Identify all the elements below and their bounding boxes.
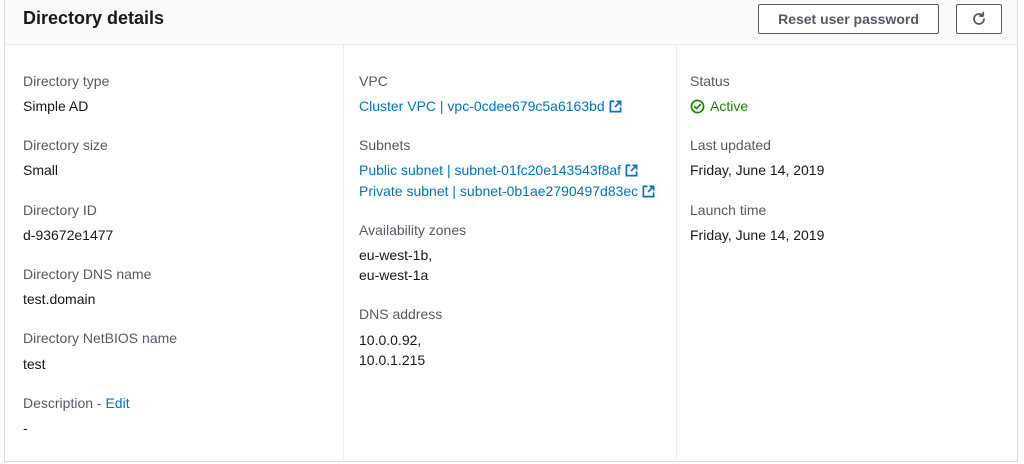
description-edit-link[interactable]: Edit	[105, 395, 129, 411]
directory-size-value: Small	[23, 162, 59, 178]
subnet-private-link[interactable]: Private subnet | subnet-0b1ae2790497d83e…	[359, 182, 655, 201]
check-circle-icon	[690, 99, 705, 114]
details-column-2: VPC Cluster VPC | vpc-0cdee679c5a6163bd …	[343, 45, 676, 462]
status-badge: Active	[690, 97, 748, 116]
directory-netbios-label: Directory NetBIOS name	[23, 330, 178, 346]
description-label-row: Description - Edit	[23, 395, 130, 411]
external-link-icon	[625, 164, 638, 177]
last-updated-label: Last updated	[690, 137, 771, 153]
details-column-1: Directory type Simple AD Directory size …	[5, 45, 343, 462]
last-updated-value: Friday, June 14, 2019	[690, 162, 825, 178]
refresh-icon	[973, 11, 985, 25]
subnet-public-text: Public subnet | subnet-01fc20e143543f8af	[359, 162, 622, 178]
directory-type-label: Directory type	[23, 73, 110, 89]
directory-id-value: d-93672e1477	[23, 227, 114, 243]
status-label: Status	[690, 73, 730, 89]
dns-address-1: 10.0.0.92,	[359, 332, 422, 348]
external-link-icon	[642, 185, 655, 198]
status-text: Active	[710, 98, 749, 114]
availability-zones-label: Availability zones	[359, 222, 467, 238]
status-value-row: Active	[690, 97, 748, 119]
subnet-private-text: Private subnet | subnet-0b1ae2790497d83e…	[359, 183, 639, 199]
panel-header: Directory details Reset user password	[5, 0, 1017, 45]
directory-id-label: Directory ID	[23, 202, 97, 218]
vpc-value: Cluster VPC | vpc-0cdee679c5a6163bd	[359, 97, 622, 116]
subnet-public-value: Public subnet | subnet-01fc20e143543f8af	[359, 161, 638, 180]
directory-dns-name-label: Directory DNS name	[23, 266, 152, 282]
external-link-icon	[609, 100, 622, 113]
launch-time-label: Launch time	[690, 202, 767, 218]
description-label: Description -	[23, 395, 106, 411]
directory-type-value: Simple AD	[23, 98, 89, 114]
directory-netbios-value: test	[23, 356, 46, 372]
vpc-label: VPC	[359, 73, 388, 89]
vpc-link[interactable]: Cluster VPC | vpc-0cdee679c5a6163bd	[359, 97, 622, 116]
description-value: -	[23, 420, 28, 436]
panel-title: Directory details	[23, 8, 165, 28]
directory-size-label: Directory size	[23, 137, 108, 153]
availability-zone-1: eu-west-1b,	[359, 247, 433, 263]
availability-zone-2: eu-west-1a	[359, 267, 429, 283]
directory-dns-name-value: test.domain	[23, 291, 96, 307]
subnet-public-link[interactable]: Public subnet | subnet-01fc20e143543f8af	[359, 161, 638, 180]
dns-address-2: 10.0.1.215	[359, 352, 426, 368]
subnets-label: Subnets	[359, 137, 411, 153]
directory-details-panel: Directory details Reset user password Di…	[4, 0, 1018, 462]
refresh-button[interactable]	[956, 4, 1002, 34]
subnet-private-value: Private subnet | subnet-0b1ae2790497d83e…	[359, 182, 655, 201]
details-column-3: Status Active Last updated Friday, June …	[676, 45, 1019, 462]
launch-time-value: Friday, June 14, 2019	[690, 227, 825, 243]
reset-user-password-button[interactable]: Reset user password	[758, 4, 939, 34]
vpc-link-text: Cluster VPC | vpc-0cdee679c5a6163bd	[359, 98, 605, 114]
dns-address-label: DNS address	[359, 306, 443, 322]
